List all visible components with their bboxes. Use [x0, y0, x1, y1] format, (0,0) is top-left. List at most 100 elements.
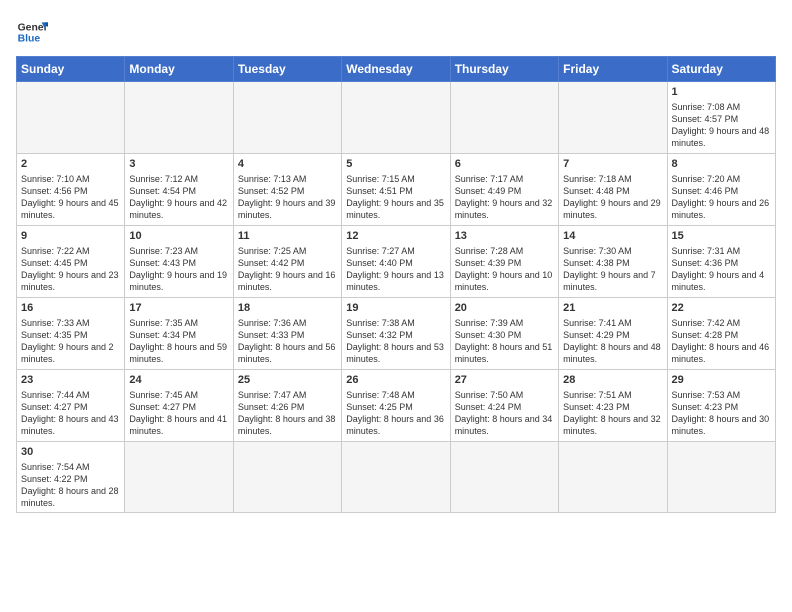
header-wednesday: Wednesday: [342, 57, 450, 82]
day-number: 19: [346, 301, 445, 316]
table-row: [233, 442, 341, 513]
day-number: 3: [129, 157, 228, 172]
header-thursday: Thursday: [450, 57, 558, 82]
table-row: [450, 82, 558, 154]
page-header: General Blue: [16, 16, 776, 48]
calendar-row: 30Sunrise: 7:54 AM Sunset: 4:22 PM Dayli…: [17, 442, 776, 513]
table-row: [233, 82, 341, 154]
table-row: [342, 82, 450, 154]
table-row: 11Sunrise: 7:25 AM Sunset: 4:42 PM Dayli…: [233, 226, 341, 298]
logo-icon: General Blue: [16, 16, 48, 48]
day-number: 20: [455, 301, 554, 316]
table-row: 14Sunrise: 7:30 AM Sunset: 4:38 PM Dayli…: [559, 226, 667, 298]
day-info: Sunrise: 7:31 AM Sunset: 4:36 PM Dayligh…: [672, 245, 771, 294]
table-row: [667, 442, 775, 513]
day-number: 12: [346, 229, 445, 244]
day-info: Sunrise: 7:13 AM Sunset: 4:52 PM Dayligh…: [238, 173, 337, 222]
table-row: 26Sunrise: 7:48 AM Sunset: 4:25 PM Dayli…: [342, 370, 450, 442]
day-number: 7: [563, 157, 662, 172]
header-tuesday: Tuesday: [233, 57, 341, 82]
day-number: 13: [455, 229, 554, 244]
day-number: 27: [455, 373, 554, 388]
table-row: 29Sunrise: 7:53 AM Sunset: 4:23 PM Dayli…: [667, 370, 775, 442]
day-info: Sunrise: 7:33 AM Sunset: 4:35 PM Dayligh…: [21, 317, 120, 366]
day-number: 25: [238, 373, 337, 388]
day-number: 17: [129, 301, 228, 316]
table-row: 23Sunrise: 7:44 AM Sunset: 4:27 PM Dayli…: [17, 370, 125, 442]
day-info: Sunrise: 7:18 AM Sunset: 4:48 PM Dayligh…: [563, 173, 662, 222]
table-row: [342, 442, 450, 513]
table-row: 5Sunrise: 7:15 AM Sunset: 4:51 PM Daylig…: [342, 154, 450, 226]
day-number: 10: [129, 229, 228, 244]
table-row: 1Sunrise: 7:08 AM Sunset: 4:57 PM Daylig…: [667, 82, 775, 154]
header-saturday: Saturday: [667, 57, 775, 82]
table-row: [450, 442, 558, 513]
day-number: 2: [21, 157, 120, 172]
day-info: Sunrise: 7:45 AM Sunset: 4:27 PM Dayligh…: [129, 389, 228, 438]
table-row: 20Sunrise: 7:39 AM Sunset: 4:30 PM Dayli…: [450, 298, 558, 370]
weekday-header-row: Sunday Monday Tuesday Wednesday Thursday…: [17, 57, 776, 82]
table-row: [559, 442, 667, 513]
table-row: 8Sunrise: 7:20 AM Sunset: 4:46 PM Daylig…: [667, 154, 775, 226]
table-row: 28Sunrise: 7:51 AM Sunset: 4:23 PM Dayli…: [559, 370, 667, 442]
day-info: Sunrise: 7:35 AM Sunset: 4:34 PM Dayligh…: [129, 317, 228, 366]
day-number: 6: [455, 157, 554, 172]
table-row: 13Sunrise: 7:28 AM Sunset: 4:39 PM Dayli…: [450, 226, 558, 298]
day-info: Sunrise: 7:22 AM Sunset: 4:45 PM Dayligh…: [21, 245, 120, 294]
calendar-row: 9Sunrise: 7:22 AM Sunset: 4:45 PM Daylig…: [17, 226, 776, 298]
day-info: Sunrise: 7:23 AM Sunset: 4:43 PM Dayligh…: [129, 245, 228, 294]
day-info: Sunrise: 7:42 AM Sunset: 4:28 PM Dayligh…: [672, 317, 771, 366]
table-row: 21Sunrise: 7:41 AM Sunset: 4:29 PM Dayli…: [559, 298, 667, 370]
day-number: 21: [563, 301, 662, 316]
table-row: 22Sunrise: 7:42 AM Sunset: 4:28 PM Dayli…: [667, 298, 775, 370]
day-number: 1: [672, 85, 771, 100]
day-number: 8: [672, 157, 771, 172]
day-info: Sunrise: 7:12 AM Sunset: 4:54 PM Dayligh…: [129, 173, 228, 222]
calendar-row: 2Sunrise: 7:10 AM Sunset: 4:56 PM Daylig…: [17, 154, 776, 226]
day-number: 28: [563, 373, 662, 388]
day-number: 4: [238, 157, 337, 172]
table-row: 25Sunrise: 7:47 AM Sunset: 4:26 PM Dayli…: [233, 370, 341, 442]
day-number: 9: [21, 229, 120, 244]
day-info: Sunrise: 7:38 AM Sunset: 4:32 PM Dayligh…: [346, 317, 445, 366]
table-row: [125, 442, 233, 513]
calendar-row: 16Sunrise: 7:33 AM Sunset: 4:35 PM Dayli…: [17, 298, 776, 370]
day-info: Sunrise: 7:41 AM Sunset: 4:29 PM Dayligh…: [563, 317, 662, 366]
day-info: Sunrise: 7:20 AM Sunset: 4:46 PM Dayligh…: [672, 173, 771, 222]
day-info: Sunrise: 7:51 AM Sunset: 4:23 PM Dayligh…: [563, 389, 662, 438]
day-info: Sunrise: 7:25 AM Sunset: 4:42 PM Dayligh…: [238, 245, 337, 294]
calendar-row: 23Sunrise: 7:44 AM Sunset: 4:27 PM Dayli…: [17, 370, 776, 442]
day-info: Sunrise: 7:17 AM Sunset: 4:49 PM Dayligh…: [455, 173, 554, 222]
header-monday: Monday: [125, 57, 233, 82]
day-info: Sunrise: 7:48 AM Sunset: 4:25 PM Dayligh…: [346, 389, 445, 438]
header-sunday: Sunday: [17, 57, 125, 82]
table-row: [125, 82, 233, 154]
day-info: Sunrise: 7:47 AM Sunset: 4:26 PM Dayligh…: [238, 389, 337, 438]
table-row: 16Sunrise: 7:33 AM Sunset: 4:35 PM Dayli…: [17, 298, 125, 370]
table-row: 3Sunrise: 7:12 AM Sunset: 4:54 PM Daylig…: [125, 154, 233, 226]
table-row: 2Sunrise: 7:10 AM Sunset: 4:56 PM Daylig…: [17, 154, 125, 226]
table-row: 24Sunrise: 7:45 AM Sunset: 4:27 PM Dayli…: [125, 370, 233, 442]
table-row: 15Sunrise: 7:31 AM Sunset: 4:36 PM Dayli…: [667, 226, 775, 298]
day-info: Sunrise: 7:28 AM Sunset: 4:39 PM Dayligh…: [455, 245, 554, 294]
table-row: [559, 82, 667, 154]
day-number: 22: [672, 301, 771, 316]
calendar-row: 1Sunrise: 7:08 AM Sunset: 4:57 PM Daylig…: [17, 82, 776, 154]
day-number: 5: [346, 157, 445, 172]
table-row: 9Sunrise: 7:22 AM Sunset: 4:45 PM Daylig…: [17, 226, 125, 298]
logo: General Blue: [16, 16, 48, 48]
table-row: 12Sunrise: 7:27 AM Sunset: 4:40 PM Dayli…: [342, 226, 450, 298]
table-row: 18Sunrise: 7:36 AM Sunset: 4:33 PM Dayli…: [233, 298, 341, 370]
day-number: 30: [21, 445, 120, 460]
day-number: 26: [346, 373, 445, 388]
day-number: 23: [21, 373, 120, 388]
day-number: 18: [238, 301, 337, 316]
day-info: Sunrise: 7:36 AM Sunset: 4:33 PM Dayligh…: [238, 317, 337, 366]
day-number: 14: [563, 229, 662, 244]
table-row: 27Sunrise: 7:50 AM Sunset: 4:24 PM Dayli…: [450, 370, 558, 442]
day-info: Sunrise: 7:27 AM Sunset: 4:40 PM Dayligh…: [346, 245, 445, 294]
table-row: 4Sunrise: 7:13 AM Sunset: 4:52 PM Daylig…: [233, 154, 341, 226]
header-friday: Friday: [559, 57, 667, 82]
calendar-table: Sunday Monday Tuesday Wednesday Thursday…: [16, 56, 776, 513]
table-row: 10Sunrise: 7:23 AM Sunset: 4:43 PM Dayli…: [125, 226, 233, 298]
